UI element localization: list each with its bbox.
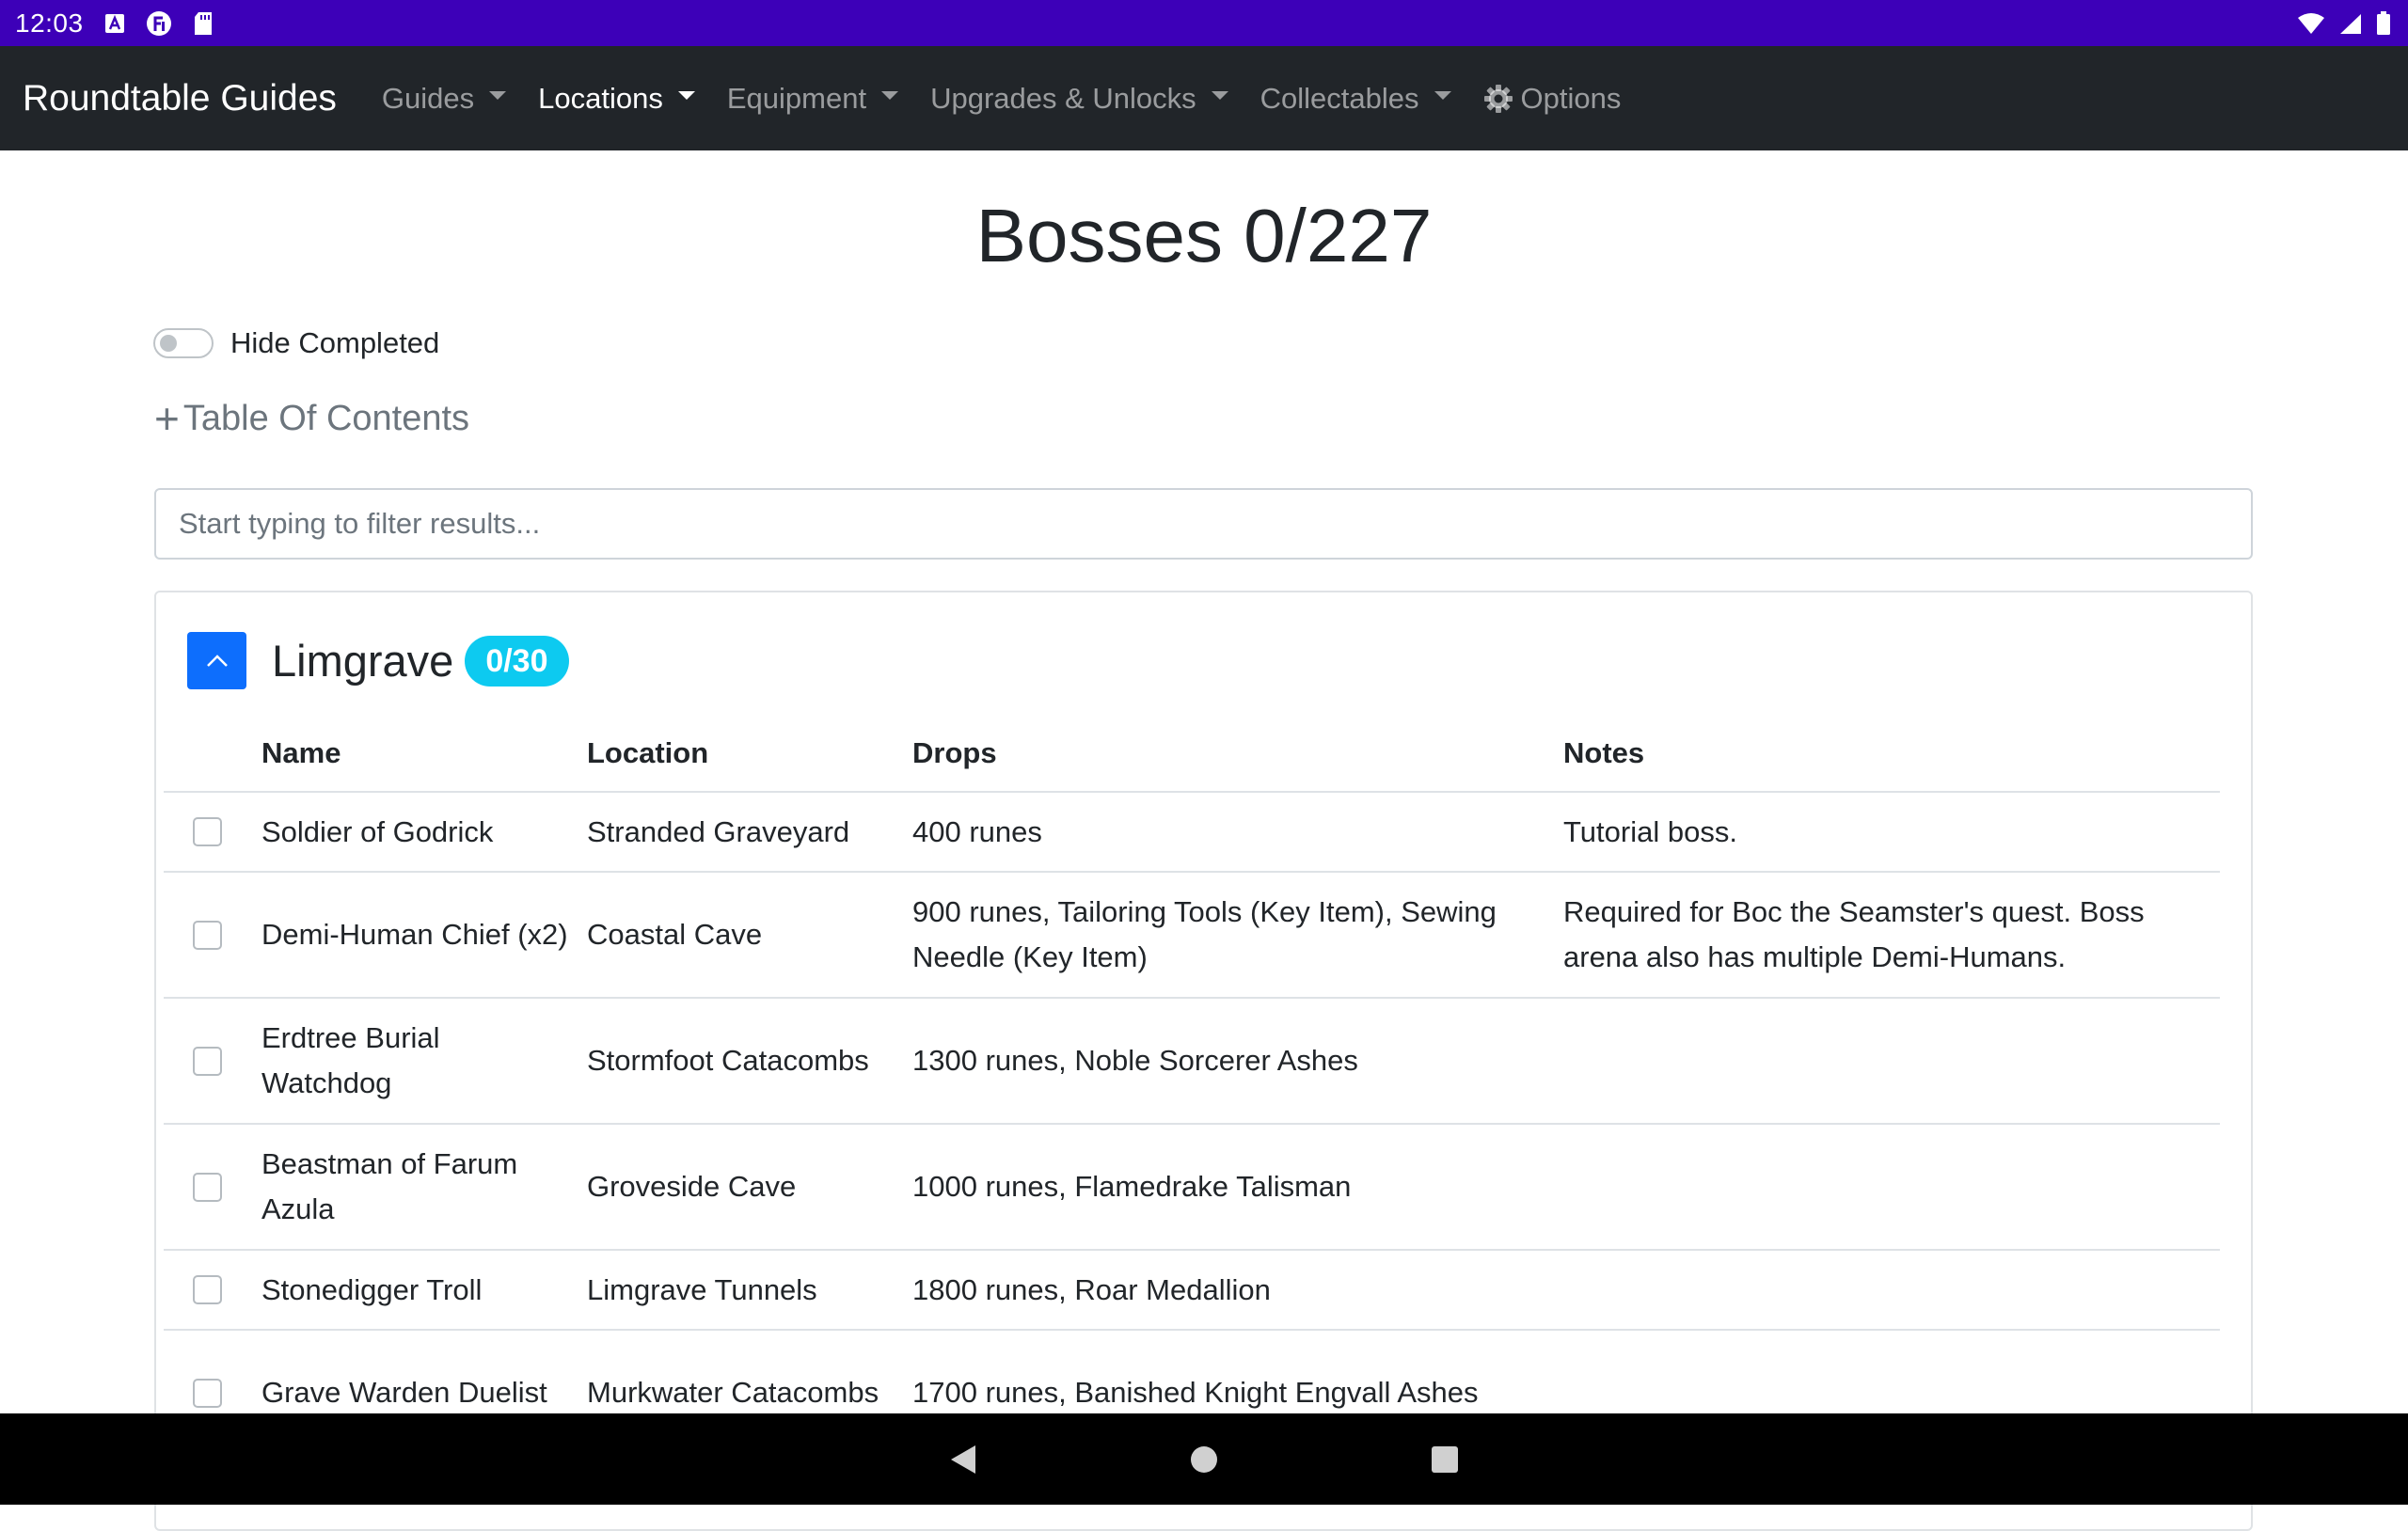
table-row: Beastman of Farum Azula Groveside Cave 1… — [164, 1124, 2220, 1251]
nav-collectables[interactable]: Collectables — [1260, 82, 1451, 116]
hide-completed-switch[interactable] — [153, 328, 214, 358]
status-time: 12:03 — [15, 8, 84, 38]
cell-name: Beastman of Farum Azula — [254, 1124, 579, 1251]
caret-down-icon — [1211, 91, 1228, 100]
nav-upgrades-unlocks[interactable]: Upgrades & Unlocks — [930, 82, 1228, 116]
recents-button[interactable] — [1324, 1445, 1565, 1474]
cell-name: Stonedigger Troll — [254, 1250, 579, 1331]
hide-completed-row: Hide Completed — [153, 326, 439, 360]
nav-guides[interactable]: Guides — [381, 81, 507, 116]
collapse-button[interactable] — [187, 632, 246, 689]
row-checkbox[interactable] — [193, 1172, 222, 1202]
home-circle-icon — [1191, 1445, 1217, 1473]
row-checkbox[interactable] — [193, 817, 222, 846]
top-navbar: Roundtable Guides Guides Locations Equip… — [0, 46, 2408, 150]
brand-link[interactable]: Roundtable Guides — [23, 78, 337, 119]
bosses-table: Name Location Drops Notes Soldier of God… — [164, 716, 2220, 1457]
caret-down-icon — [881, 91, 899, 100]
filter-input[interactable] — [154, 488, 2253, 560]
status-right — [2297, 10, 2391, 36]
gear-icon — [1483, 84, 1513, 114]
signal-icon — [2338, 12, 2363, 35]
row-checkbox[interactable] — [193, 1378, 222, 1408]
row-checkbox[interactable] — [193, 1275, 222, 1304]
table-header-row: Name Location Drops Notes — [164, 716, 2220, 793]
row-checkbox-cell — [164, 872, 254, 999]
header-location: Location — [579, 716, 905, 793]
region-card-limgrave: Limgrave 0/30 Name Location Drops Notes … — [154, 591, 2253, 1531]
cell-drops: 1000 runes, Flamedrake Talisman — [905, 1124, 1556, 1251]
nav-options[interactable]: Options — [1483, 81, 1622, 116]
table-row: Stonedigger Troll Limgrave Tunnels 1800 … — [164, 1250, 2220, 1331]
region-header: Limgrave 0/30 — [187, 632, 569, 689]
cell-notes — [1556, 1124, 2220, 1251]
cell-notes — [1556, 998, 2220, 1125]
table-of-contents-toggle[interactable]: + Table Of Contents — [154, 397, 469, 440]
table-row: Erdtree Burial Watchdog Stormfoot Cataco… — [164, 998, 2220, 1125]
header-check — [164, 716, 254, 793]
cell-name: Soldier of Godrick — [254, 792, 579, 873]
home-button[interactable] — [1084, 1445, 1324, 1474]
nav-locations-label: Locations — [538, 81, 663, 115]
nav-guides-label: Guides — [381, 81, 475, 115]
caret-down-icon — [677, 91, 695, 100]
cell-location: Groveside Cave — [579, 1124, 905, 1251]
plus-icon: + — [154, 394, 180, 443]
cell-location: Stranded Graveyard — [579, 792, 905, 873]
cell-name: Demi-Human Chief (x2) — [254, 872, 579, 999]
row-checkbox[interactable] — [193, 1046, 222, 1076]
status-bar: 12:03 — [0, 0, 2408, 46]
nav-collectables-label: Collectables — [1259, 81, 1419, 115]
hide-completed-label[interactable]: Hide Completed — [230, 326, 439, 360]
caret-down-icon — [1434, 91, 1451, 100]
toc-label: Table Of Contents — [182, 398, 470, 438]
back-triangle-icon — [951, 1444, 975, 1474]
cell-drops: 1800 runes, Roar Medallion — [905, 1250, 1556, 1331]
cell-notes — [1556, 1250, 2220, 1331]
table-row: Demi-Human Chief (x2) Coastal Cave 900 r… — [164, 872, 2220, 999]
status-left: 12:03 — [15, 8, 214, 39]
nav-equipment-label: Equipment — [726, 81, 867, 115]
cell-drops: 900 runes, Tailoring Tools (Key Item), S… — [905, 872, 1556, 999]
cell-location: Coastal Cave — [579, 872, 905, 999]
cell-drops: 1300 runes, Noble Sorcerer Ashes — [905, 998, 1556, 1125]
region-name: Limgrave — [272, 636, 454, 686]
nav-equipment[interactable]: Equipment — [726, 81, 899, 116]
page-title: Bosses 0/227 — [975, 194, 1433, 277]
android-nav-bar — [0, 1413, 2408, 1505]
cell-location: Stormfoot Catacombs — [579, 998, 905, 1125]
sd-card-icon — [193, 11, 214, 36]
header-drops: Drops — [905, 716, 1556, 793]
caret-down-icon — [489, 91, 507, 100]
row-checkbox[interactable] — [193, 920, 222, 950]
progress-badge: 0/30 — [465, 635, 569, 687]
cell-notes: Required for Boc the Seamster's quest. B… — [1556, 872, 2220, 999]
nav-options-label: Options — [1520, 81, 1622, 115]
nav-locations[interactable]: Locations — [538, 82, 695, 116]
row-checkbox-cell — [164, 1124, 254, 1251]
chevron-up-icon — [206, 654, 228, 667]
header-notes: Notes — [1556, 716, 2220, 793]
cell-notes: Tutorial boss. — [1556, 792, 2220, 873]
cell-name: Erdtree Burial Watchdog — [254, 998, 579, 1125]
nav-upgrades-label: Upgrades & Unlocks — [930, 81, 1196, 115]
f-notification-icon — [146, 10, 172, 37]
cell-location: Limgrave Tunnels — [579, 1250, 905, 1331]
recents-square-icon — [1432, 1445, 1458, 1473]
a-notification-icon — [104, 13, 125, 34]
cell-drops: 400 runes — [905, 792, 1556, 873]
back-button[interactable] — [843, 1444, 1084, 1476]
row-checkbox-cell — [164, 998, 254, 1125]
wifi-icon — [2297, 12, 2325, 35]
row-checkbox-cell — [164, 792, 254, 873]
battery-icon — [2376, 10, 2391, 36]
table-row: Soldier of Godrick Stranded Graveyard 40… — [164, 792, 2220, 873]
row-checkbox-cell — [164, 1250, 254, 1331]
header-name: Name — [254, 716, 579, 793]
